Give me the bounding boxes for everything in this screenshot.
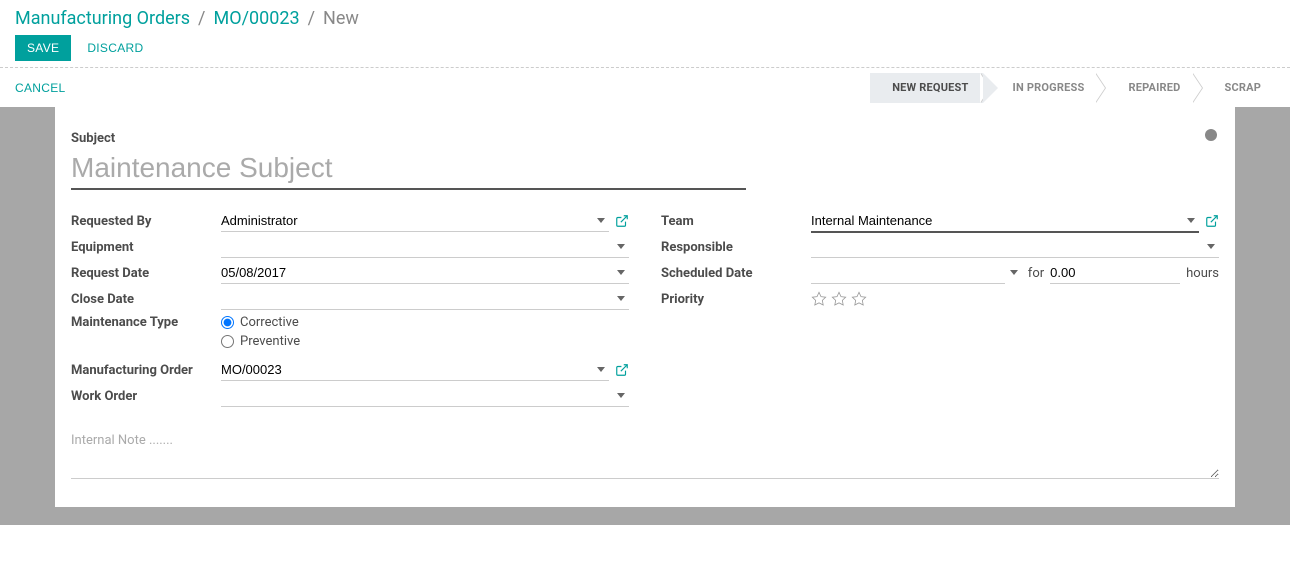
equipment-input[interactable]	[221, 236, 629, 258]
caret-down-icon	[1010, 270, 1018, 275]
work-order-label: Work Order	[71, 389, 221, 404]
radio-corrective-label: Corrective	[240, 315, 299, 330]
save-button[interactable]: SAVE	[15, 35, 71, 61]
breadcrumb-current: New	[323, 8, 359, 29]
stage-new-request[interactable]: NEW REQUEST	[870, 73, 982, 103]
external-link-icon[interactable]	[615, 363, 629, 377]
status-stages: NEW REQUEST IN PROGRESS REPAIRED SCRAP	[870, 68, 1275, 107]
scheduled-date-input[interactable]	[811, 262, 1005, 284]
scheduled-date-label: Scheduled Date	[661, 266, 811, 281]
star-icon[interactable]	[811, 291, 827, 307]
breadcrumb-parent[interactable]: MO/00023	[213, 8, 299, 29]
request-date-label: Request Date	[71, 266, 221, 281]
radio-preventive[interactable]: Preventive	[221, 334, 300, 349]
star-icon[interactable]	[851, 291, 867, 307]
chevron-right-icon	[1193, 73, 1203, 103]
team-input[interactable]	[811, 210, 1199, 233]
star-icon[interactable]	[831, 291, 847, 307]
breadcrumb-sep-icon: /	[198, 8, 205, 29]
scheduled-duration-input[interactable]	[1050, 262, 1180, 284]
manufacturing-order-label: Manufacturing Order	[71, 363, 221, 378]
responsible-input[interactable]	[811, 236, 1219, 258]
cancel-button[interactable]: CANCEL	[15, 81, 65, 95]
external-link-icon[interactable]	[1205, 214, 1219, 228]
close-date-input[interactable]	[221, 288, 629, 310]
external-link-icon[interactable]	[615, 214, 629, 228]
internal-note-input[interactable]	[71, 429, 1219, 479]
priority-label: Priority	[661, 292, 811, 307]
form-sheet: Subject Requested By Equipment	[55, 107, 1235, 507]
subject-input[interactable]	[71, 150, 746, 190]
radio-corrective-input[interactable]	[221, 316, 234, 329]
stage-repaired[interactable]: REPAIRED	[1106, 73, 1194, 103]
close-date-label: Close Date	[71, 292, 221, 307]
responsible-label: Responsible	[661, 240, 811, 255]
requested-by-input[interactable]	[221, 210, 609, 232]
chevron-right-icon	[1096, 73, 1106, 103]
request-date-input[interactable]	[221, 262, 629, 284]
stage-scrap[interactable]: SCRAP	[1203, 73, 1276, 103]
work-order-input[interactable]	[221, 385, 629, 407]
breadcrumb: Manufacturing Orders / MO/00023 / New	[15, 8, 1275, 29]
manufacturing-order-input[interactable]	[221, 359, 609, 381]
maintenance-type-label: Maintenance Type	[71, 312, 221, 330]
team-label: Team	[661, 214, 811, 229]
discard-button[interactable]: DISCARD	[87, 41, 143, 55]
radio-corrective[interactable]: Corrective	[221, 315, 300, 330]
radio-preventive-input[interactable]	[221, 335, 234, 348]
breadcrumb-root[interactable]: Manufacturing Orders	[15, 8, 190, 29]
subject-label: Subject	[71, 131, 1219, 146]
requested-by-label: Requested By	[71, 214, 221, 229]
scheduled-for-text: for	[1028, 266, 1044, 281]
stage-in-progress[interactable]: IN PROGRESS	[991, 73, 1099, 103]
radio-preventive-label: Preventive	[240, 334, 300, 349]
kanban-state-dot[interactable]	[1205, 129, 1217, 141]
breadcrumb-sep-icon: /	[308, 8, 315, 29]
equipment-label: Equipment	[71, 240, 221, 255]
scheduled-unit-text: hours	[1186, 266, 1219, 281]
